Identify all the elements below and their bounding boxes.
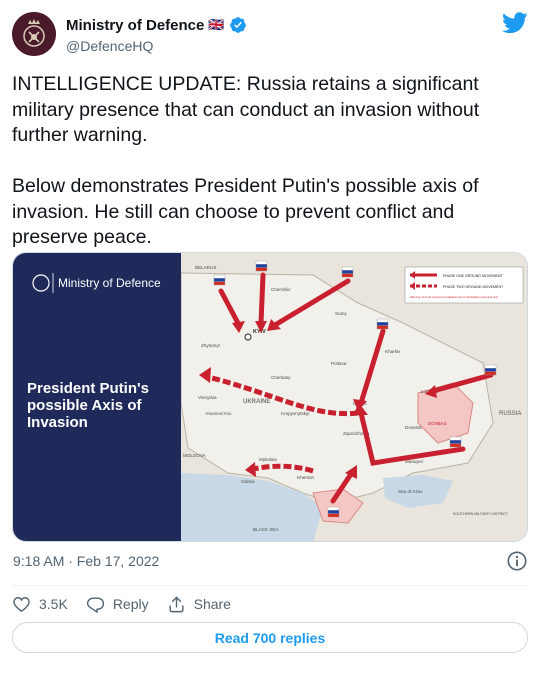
label-kharkiv: Kharkiv: [385, 349, 401, 354]
invasion-map-graphic: Ministry of Defence President Putin's po…: [13, 253, 527, 541]
label-odesa: Odesa: [241, 479, 255, 484]
label-russia: RUSSIA: [499, 411, 521, 417]
label-mykolaiv: Mykolaiv: [259, 457, 278, 462]
author-name[interactable]: Ministry of Defence: [66, 17, 204, 34]
label-sumy: Sumy: [335, 311, 347, 316]
like-count: 3.5K: [39, 596, 68, 612]
share-icon: [169, 596, 184, 612]
media-brand: Ministry of Defence: [58, 276, 161, 290]
legend-warning: Warning: Ground movement indicators are …: [410, 295, 499, 299]
label-cherkasy: Cherkasy: [271, 375, 291, 380]
author-avatar[interactable]: [12, 12, 56, 56]
author-handle[interactable]: @DefenceHQ: [66, 38, 153, 54]
legend-phase-two: PHASE TWO GROUND MOVEMENT: [443, 285, 504, 289]
legend-phase-one: PHASE ONE GROUND MOVEMENT: [443, 274, 504, 278]
mod-crest-icon: [12, 12, 56, 56]
label-transnistria: TRANSNISTRIA: [205, 412, 232, 416]
divider: [12, 585, 528, 586]
label-zhytomyr: Zhytomyr: [201, 343, 221, 348]
label-sea-of-azov: Sea of Azov: [398, 489, 423, 494]
label-southern-district: SOUTHERN MILITARY DISTRICT: [453, 512, 509, 516]
media-title-line-1: President Putin's: [27, 380, 149, 397]
label-kropyvnytskyi: Kropyvnytskyi: [281, 411, 309, 416]
media-title-line-2: possible Axis of: [27, 397, 142, 414]
label-donetsk: Donetsk: [405, 425, 423, 430]
tweet-image[interactable]: Ministry of Defence President Putin's po…: [12, 252, 528, 542]
verified-badge-icon: [229, 17, 246, 33]
twitter-logo-icon[interactable]: [502, 12, 528, 34]
share-button[interactable]: Share: [167, 595, 231, 614]
label-moldova: MOLDOVA: [183, 453, 207, 458]
info-icon[interactable]: [506, 550, 528, 572]
tweet-actions: 3.5K Reply Share: [12, 592, 249, 616]
label-belarus: BELARUS: [195, 265, 216, 270]
label-kherson: Kherson: [297, 475, 315, 480]
share-label: Share: [193, 596, 231, 612]
label-donbas: DONBAS: [428, 421, 447, 426]
flag-icon: 🇬🇧: [208, 17, 225, 32]
reply-label: Reply: [112, 596, 149, 612]
label-poltava: Poltava: [331, 361, 347, 366]
heart-icon: [13, 596, 30, 612]
label-vinnytsia: Vinnytsia: [198, 395, 217, 400]
label-ukraine: UKRAINE: [243, 399, 270, 405]
reply-icon: [86, 596, 104, 613]
label-chernihiv: Chernihiv: [271, 287, 291, 292]
media-title-line-3: Invasion: [27, 414, 88, 431]
tweet-card: Ministry of Defence 🇬🇧 @DefenceHQ INTELL…: [0, 0, 541, 675]
reply-button[interactable]: Reply: [86, 595, 149, 614]
label-black-sea: BLACK SEA: [253, 527, 279, 532]
read-replies-button[interactable]: Read 700 replies: [12, 622, 528, 653]
tweet-timestamp[interactable]: 9:18 AM · Feb 17, 2022: [13, 553, 159, 569]
like-button[interactable]: 3.5K: [12, 595, 68, 614]
tweet-text: INTELLIGENCE UPDATE: Russia retains a si…: [12, 73, 480, 248]
